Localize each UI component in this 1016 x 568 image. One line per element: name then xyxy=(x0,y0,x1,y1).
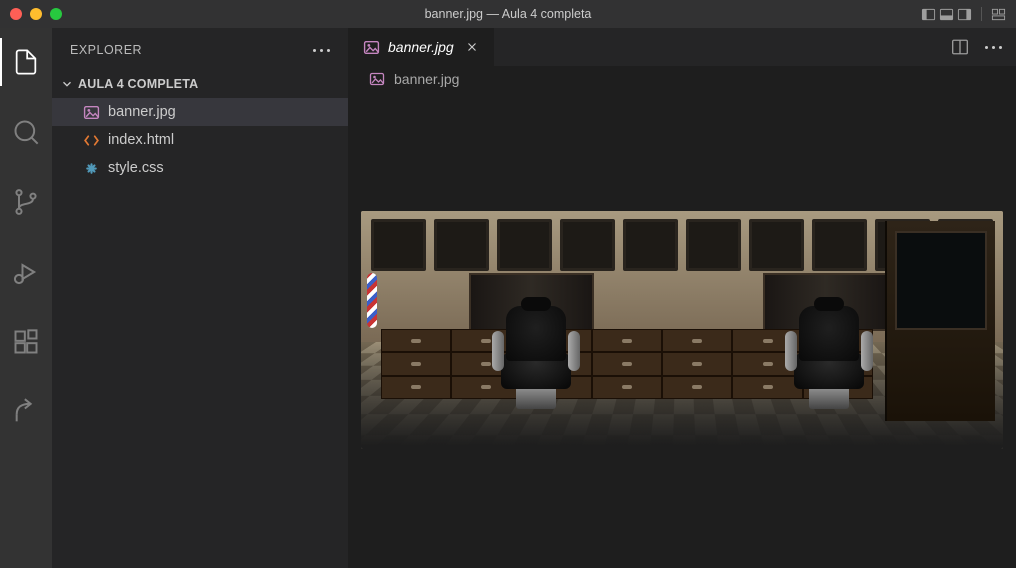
tab-label: banner.jpg xyxy=(388,39,454,55)
search-activity[interactable] xyxy=(0,108,52,156)
file-label: style.css xyxy=(108,160,164,176)
activity-bar xyxy=(0,28,52,568)
image-icon xyxy=(362,38,380,56)
file-label: index.html xyxy=(108,132,174,148)
explorer-sidebar: EXPLORER AULA 4 COMPLETA banner.jpg inde… xyxy=(52,28,348,568)
file-item-banner[interactable]: banner.jpg xyxy=(52,98,348,126)
file-item-style[interactable]: style.css xyxy=(52,154,348,182)
share-arrow-icon xyxy=(12,398,40,426)
panel-right-icon[interactable] xyxy=(957,7,972,22)
maximize-window-icon[interactable] xyxy=(50,8,62,20)
css-icon xyxy=(82,159,100,177)
close-tab-icon[interactable] xyxy=(464,39,480,55)
window-controls xyxy=(10,8,62,20)
file-list: banner.jpg index.html style.css xyxy=(52,96,348,182)
live-share-activity[interactable] xyxy=(0,388,52,436)
minimize-window-icon[interactable] xyxy=(30,8,42,20)
explorer-activity[interactable] xyxy=(0,38,52,86)
split-editor-icon[interactable] xyxy=(951,38,969,56)
panel-left-icon[interactable] xyxy=(921,7,936,22)
panel-bottom-icon[interactable] xyxy=(939,7,954,22)
sidebar-title: EXPLORER xyxy=(70,43,142,57)
file-label: banner.jpg xyxy=(108,104,176,120)
editor-actions xyxy=(951,28,1016,66)
breadcrumb-label: banner.jpg xyxy=(394,71,459,87)
html-icon xyxy=(82,131,100,149)
sidebar-header: EXPLORER xyxy=(52,28,348,72)
editor-tabs: banner.jpg xyxy=(348,28,1016,66)
tab-banner[interactable]: banner.jpg xyxy=(348,28,495,66)
divider xyxy=(981,7,982,21)
image-icon xyxy=(82,103,100,121)
editor-area: banner.jpg banner.jpg xyxy=(348,28,1016,568)
debug-activity[interactable] xyxy=(0,248,52,296)
image-icon xyxy=(368,70,386,88)
customize-layout-icon[interactable] xyxy=(991,7,1006,22)
source-control-activity[interactable] xyxy=(0,178,52,226)
folder-header[interactable]: AULA 4 COMPLETA xyxy=(52,72,348,96)
file-item-index[interactable]: index.html xyxy=(52,126,348,154)
titlebar-layout-controls xyxy=(921,7,1006,22)
close-window-icon[interactable] xyxy=(10,8,22,20)
more-editor-actions-icon[interactable] xyxy=(985,46,1002,49)
image-viewport[interactable] xyxy=(348,92,1016,568)
window-title: banner.jpg — Aula 4 completa xyxy=(425,7,592,21)
debug-run-icon xyxy=(12,258,40,286)
files-icon xyxy=(12,48,40,76)
image-preview xyxy=(361,211,1003,449)
more-actions-icon[interactable] xyxy=(313,49,330,52)
extensions-icon xyxy=(12,328,40,356)
titlebar: banner.jpg — Aula 4 completa xyxy=(0,0,1016,28)
folder-name: AULA 4 COMPLETA xyxy=(78,77,198,91)
git-branch-icon xyxy=(12,188,40,216)
search-icon xyxy=(12,118,40,146)
breadcrumb[interactable]: banner.jpg xyxy=(348,66,1016,92)
extensions-activity[interactable] xyxy=(0,318,52,366)
chevron-down-icon xyxy=(60,77,74,91)
